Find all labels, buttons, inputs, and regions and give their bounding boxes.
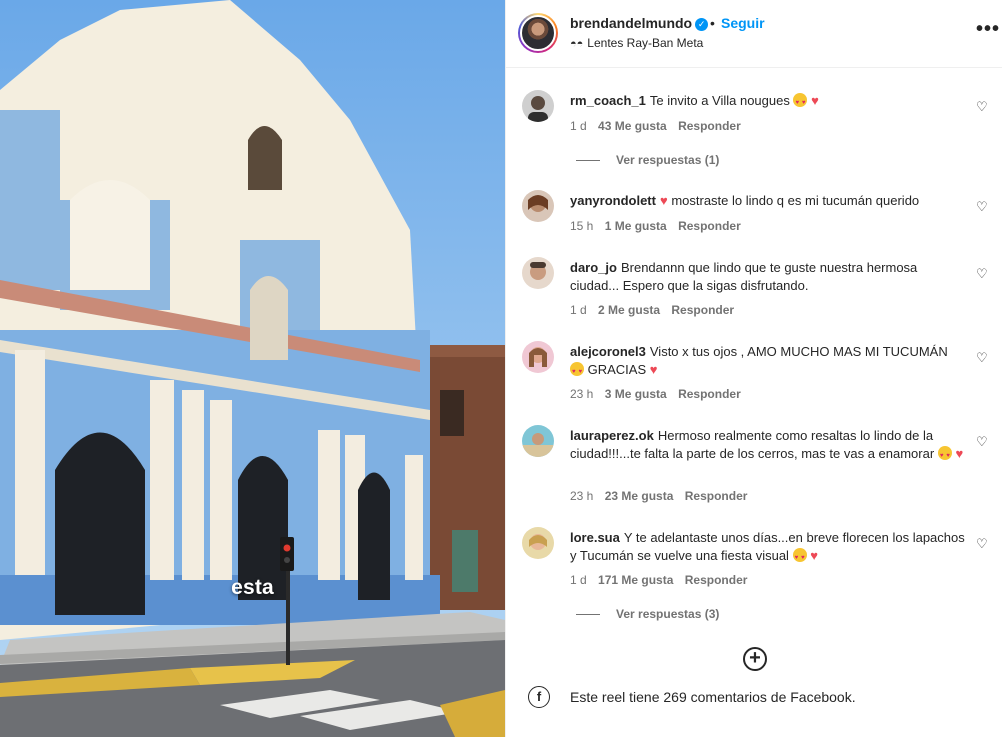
comment-body: daro_jo Brendannn que lindo que te guste … — [570, 259, 965, 295]
comment-username[interactable]: yanyrondolett — [570, 193, 656, 208]
view-replies-button[interactable]: Ver respuestas (1) — [576, 153, 719, 167]
like-comment-heart-icon[interactable]: ♡ — [976, 99, 988, 115]
view-replies-label: Ver respuestas (1) — [616, 153, 720, 167]
like-comment-heart-icon[interactable]: ♡ — [976, 266, 988, 282]
comment-meta: 15 h 1 Me gusta Responder — [570, 219, 749, 233]
reply-button[interactable]: Responder — [671, 303, 734, 317]
device-subtitle-label: Lentes Ray-Ban Meta — [587, 36, 704, 50]
comment-text: Visto x tus ojos , AMO MUCHO MAS MI TUCU… — [649, 344, 948, 359]
comment-meta: 1 d 2 Me gusta Responder — [570, 303, 742, 317]
reel-frame-church-image — [0, 0, 505, 737]
comment-likes[interactable]: 2 Me gusta — [598, 303, 660, 317]
comment-username[interactable]: alejcoronel3 — [570, 344, 646, 359]
like-comment-heart-icon[interactable]: ♡ — [976, 434, 988, 450]
comment-body: lauraperez.ok Hermoso realmente como resa… — [570, 427, 965, 465]
comment-time[interactable]: 15 h — [570, 219, 593, 233]
glasses-icon: ◓◓ — [570, 38, 584, 50]
heart-eyes-emoji-icon — [792, 548, 807, 567]
heart-emoji-icon: ♥ — [649, 362, 658, 377]
reply-button[interactable]: Responder — [678, 119, 741, 133]
heart-eyes-emoji-icon — [937, 446, 952, 465]
verified-badge-icon: ✓ — [695, 18, 709, 31]
reply-button[interactable]: Responder — [678, 219, 741, 233]
reel-video[interactable]: esta — [0, 0, 505, 737]
author-username[interactable]: brendandelmundo — [570, 15, 692, 31]
comment-body: lore.sua Y te adelantaste unos días...en … — [570, 529, 965, 567]
commenter-avatar[interactable] — [522, 257, 554, 289]
author-avatar[interactable] — [518, 13, 558, 53]
comment-username[interactable]: lauraperez.ok — [570, 428, 654, 443]
more-options-icon[interactable]: ••• — [976, 18, 1000, 41]
heart-emoji-icon: ♥ — [659, 193, 668, 208]
comment-time[interactable]: 1 d — [570, 573, 587, 587]
comment-likes[interactable]: 171 Me gusta — [598, 573, 673, 587]
follow-button[interactable]: Seguir — [721, 15, 765, 31]
commenter-avatar[interactable] — [522, 425, 554, 457]
facebook-comments-row[interactable]: f Este reel tiene 269 comentarios de Fac… — [506, 679, 1002, 737]
facebook-comments-text: Este reel tiene 269 comentarios de Faceb… — [570, 689, 856, 705]
commenter-avatar[interactable] — [522, 527, 554, 559]
comment-username[interactable]: rm_coach_1 — [570, 93, 646, 108]
comment-text-after: GRACIAS — [587, 362, 647, 377]
comment-body: rm_coach_1 Te invito a Villa nougues ♥ — [570, 92, 965, 112]
device-subtitle[interactable]: ◓◓ Lentes Ray-Ban Meta — [570, 36, 703, 50]
post-header: brendandelmundo ✓ • Seguir ◓◓ Lentes Ray-B… — [506, 0, 1002, 68]
replies-divider-line — [576, 160, 600, 162]
heart-emoji-icon: ♥ — [810, 548, 818, 563]
comment-body: alejcoronel3 Visto x tus ojos , AMO MUCHO… — [570, 343, 965, 381]
comment-likes[interactable]: 23 Me gusta — [605, 489, 674, 503]
comment-username[interactable]: lore.sua — [570, 530, 620, 545]
comment-time[interactable]: 1 d — [570, 303, 587, 317]
comment-likes[interactable]: 43 Me gusta — [598, 119, 667, 133]
load-more-comments-plus-icon[interactable]: + — [743, 647, 767, 671]
commenter-avatar[interactable] — [522, 341, 554, 373]
commenter-avatar[interactable] — [522, 90, 554, 122]
comment-text: Te invito a Villa nougues — [649, 93, 790, 108]
comment-body: yanyrondolett ♥ mostraste lo lindo q es m… — [570, 192, 965, 210]
like-comment-heart-icon[interactable]: ♡ — [976, 199, 988, 215]
like-comment-heart-icon[interactable]: ♡ — [976, 350, 988, 366]
reel-caption-text: esta — [231, 576, 274, 599]
comment-time[interactable]: 1 d — [570, 119, 587, 133]
comment-text: Y te adelantaste unos días...en breve fl… — [570, 530, 965, 563]
comment-username[interactable]: daro_jo — [570, 260, 617, 275]
comment-likes[interactable]: 1 Me gusta — [605, 219, 667, 233]
comments-panel: brendandelmundo ✓ • Seguir ◓◓ Lentes Ray-B… — [505, 0, 1002, 737]
view-replies-button[interactable]: Ver respuestas (3) — [576, 607, 719, 621]
comment-meta: 23 h 3 Me gusta Responder — [570, 387, 749, 401]
heart-emoji-icon: ♥ — [811, 93, 819, 108]
author-username-row[interactable]: brendandelmundo ✓ — [570, 15, 709, 31]
comment-meta: 23 h 23 Me gusta Responder — [570, 489, 755, 503]
header-separator: • — [710, 15, 715, 31]
commenter-avatar[interactable] — [522, 190, 554, 222]
comment-text: mostraste lo lindo q es mi tucumán queri… — [671, 193, 920, 208]
heart-eyes-emoji-icon — [570, 362, 584, 381]
comment-meta: 1 d 171 Me gusta Responder — [570, 573, 755, 587]
comment-time[interactable]: 23 h — [570, 387, 593, 401]
heart-emoji-icon: ♥ — [955, 446, 964, 461]
reply-button[interactable]: Responder — [685, 489, 748, 503]
reply-button[interactable]: Responder — [685, 573, 748, 587]
reply-button[interactable]: Responder — [678, 387, 741, 401]
heart-eyes-emoji-icon — [793, 93, 808, 112]
facebook-icon: f — [528, 686, 550, 708]
view-replies-label: Ver respuestas (3) — [616, 607, 720, 621]
comment-meta: 1 d 43 Me gusta Responder — [570, 119, 749, 133]
comment-likes[interactable]: 3 Me gusta — [605, 387, 667, 401]
comment-text: Brendannn que lindo que te guste nuestra… — [570, 260, 918, 293]
like-comment-heart-icon[interactable]: ♡ — [976, 536, 988, 552]
replies-divider-line — [576, 614, 600, 616]
comment-time[interactable]: 23 h — [570, 489, 593, 503]
